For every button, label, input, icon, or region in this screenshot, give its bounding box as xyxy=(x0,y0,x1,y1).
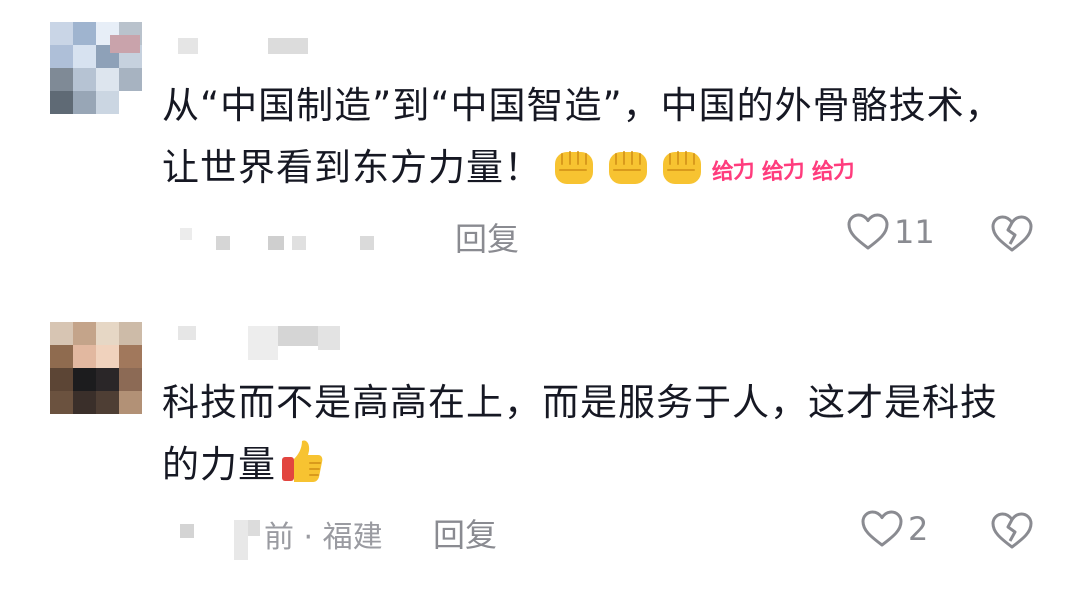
comment-item: 科技而不是高高在上，而是服务于人，这才是科技 的力量 前 · 福建 回复 2 xyxy=(0,300,1080,596)
heart-outline-icon xyxy=(861,510,903,547)
comment-text: 从“中国制造”到“中国智造”，中国的外骨骼技术， 让世界看到东方力量！ 给力 给力给… xyxy=(162,75,1003,199)
avatar-badge xyxy=(110,35,140,53)
geili-sticker: 给力 xyxy=(761,157,805,186)
timestamp-blurred xyxy=(180,220,380,250)
comment-text-line-2: 让世界看到东方力量！ xyxy=(162,146,542,189)
like-button[interactable]: 2 xyxy=(860,509,928,549)
comment-text-line: 科技而不是高高在上，而是服务于人，这才是科技 xyxy=(162,381,998,424)
like-count: 11 xyxy=(894,213,935,251)
thumbs-up-emoji xyxy=(282,439,323,482)
username-blurred[interactable] xyxy=(178,322,348,362)
timestamp-region: 前 · 福建 xyxy=(264,520,383,555)
like-count: 2 xyxy=(908,510,929,548)
avatar[interactable] xyxy=(50,322,142,414)
comment-text-line: 让世界看到东方力量！ 给力 给力 给力 xyxy=(162,137,1003,199)
reply-button[interactable]: 回复 xyxy=(455,214,519,260)
heart-outline-icon xyxy=(847,213,889,250)
broken-heart-icon[interactable] xyxy=(990,214,1034,254)
comment-text-line-2: 的力量 xyxy=(162,443,276,486)
username-blurred[interactable] xyxy=(178,38,308,54)
broken-heart-icon[interactable] xyxy=(990,511,1034,551)
comment-item: 从“中国制造”到“中国智造”，中国的外骨骼技术， 让世界看到东方力量！ 给力 给力给… xyxy=(0,0,1080,300)
timestamp-blurred xyxy=(180,512,260,562)
comment-text: 科技而不是高高在上，而是服务于人，这才是科技 的力量 xyxy=(162,372,998,496)
geili-sticker: 给力 xyxy=(711,157,755,186)
fist-emoji xyxy=(555,150,593,184)
reply-button[interactable]: 回复 xyxy=(433,510,497,556)
like-button[interactable]: 11 xyxy=(846,212,935,252)
comment-text-line: 从“中国制造”到“中国智造”，中国的外骨骼技术， xyxy=(162,84,1003,127)
fist-emoji xyxy=(663,150,701,184)
comment-text-line: 的力量 xyxy=(162,434,998,496)
fist-emoji xyxy=(609,150,647,184)
geili-sticker: 给力 xyxy=(811,157,855,186)
